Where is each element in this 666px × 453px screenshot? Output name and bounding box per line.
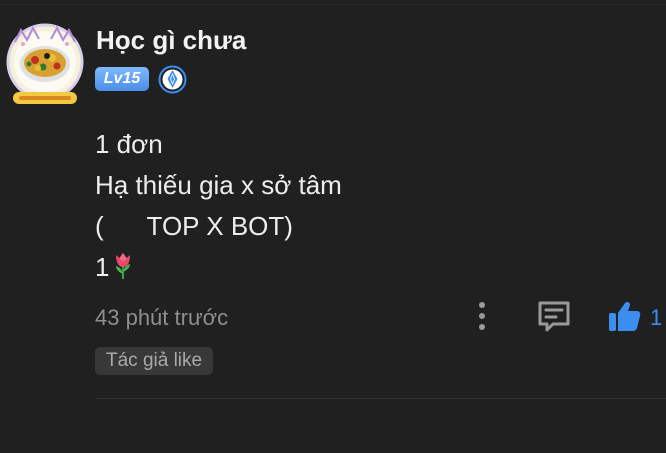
- content-line: 1 đơn: [95, 129, 163, 159]
- content-line-text: 1: [95, 252, 110, 282]
- comment-icon[interactable]: [536, 300, 572, 334]
- content-line-with-emoji: 1: [95, 247, 342, 292]
- thumbs-up-icon[interactable]: [607, 300, 643, 334]
- tulip-emoji-icon: [111, 250, 135, 292]
- more-vertical-icon[interactable]: [470, 300, 494, 334]
- like-count: 1: [650, 305, 663, 330]
- content-line: ( TOP X BOT): [95, 211, 293, 241]
- avatar[interactable]: [5, 20, 85, 108]
- comment-item: Học gì chưa Lv15 1 đơn Hạ thiếu gia x sở…: [0, 0, 666, 453]
- author-like-tag: Tác giả like: [95, 347, 214, 375]
- timestamp: 43 phút trước: [95, 305, 229, 330]
- comment-content: 1 đơn Hạ thiếu gia x sở tâm ( TOP X BOT)…: [95, 124, 342, 292]
- level-badge: Lv15: [95, 67, 149, 91]
- content-line: Hạ thiếu gia x sở tâm: [95, 170, 342, 200]
- bottom-divider: [95, 398, 666, 399]
- verified-badge-icon: [158, 65, 187, 94]
- top-divider: [0, 0, 666, 5]
- username[interactable]: Học gì chưa: [96, 24, 246, 56]
